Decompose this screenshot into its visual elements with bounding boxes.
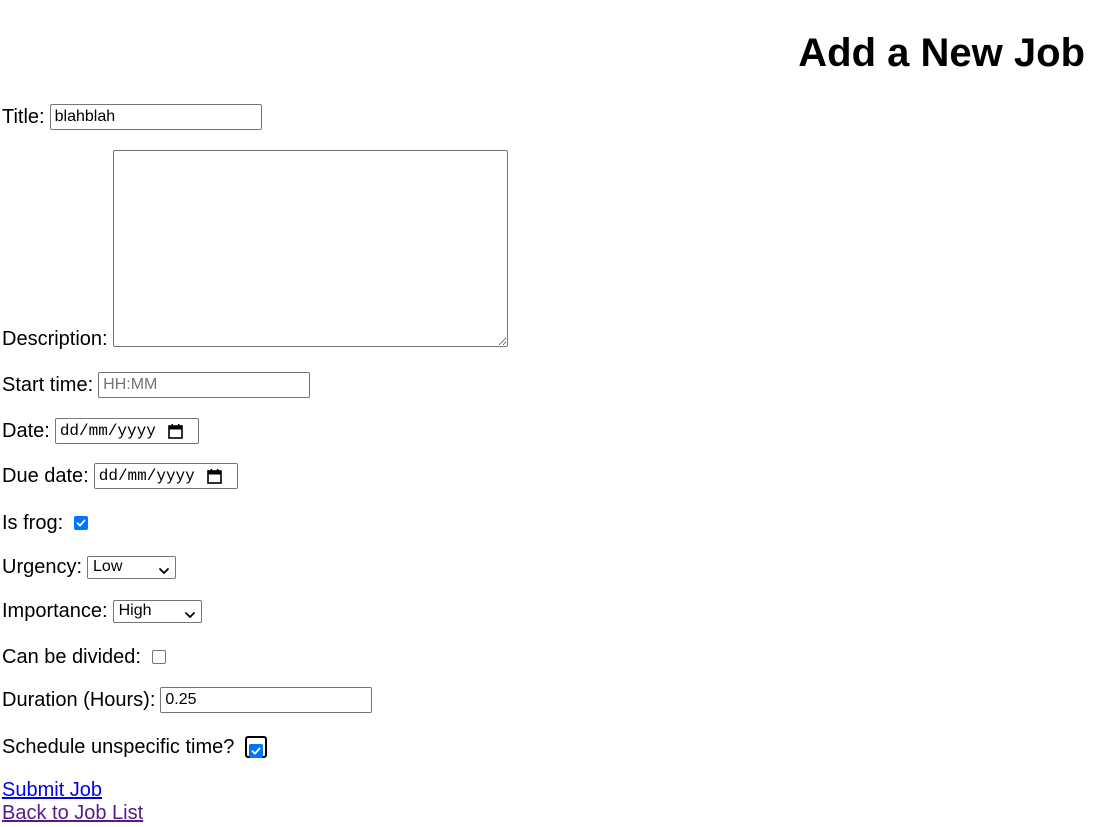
can-be-divided-row: Can be divided: [2, 645, 166, 669]
urgency-selected: Low [93, 558, 123, 575]
description-textarea[interactable] [112, 150, 508, 347]
is-frog-label: Is frog: [2, 512, 64, 534]
submit-job-link[interactable]: Submit Job [2, 778, 102, 802]
can-be-divided-label: Can be divided: [2, 646, 141, 668]
urgency-label: Urgency: [2, 556, 83, 578]
is-frog-row: Is frog: [2, 511, 89, 535]
date-label: Date: [2, 420, 50, 442]
schedule-unspecific-row: Schedule unspecific time? [2, 735, 268, 759]
schedule-unspecific-checkbox[interactable] [249, 744, 264, 758]
importance-select[interactable]: High [112, 599, 202, 623]
urgency-select[interactable]: Low [87, 555, 177, 579]
title-label: Title: [2, 106, 45, 128]
description-row: Description: [2, 150, 508, 350]
is-frog-checkbox[interactable] [74, 516, 89, 530]
due-date-label: Due date: [2, 465, 89, 487]
schedule-unspecific-label: Schedule unspecific time? [2, 736, 235, 758]
chevron-down-icon [184, 605, 196, 618]
due-date-input[interactable]: dd/mm/yyyy [93, 463, 238, 489]
can-be-divided-checkbox[interactable] [151, 650, 166, 664]
start-time-row: Start time: [2, 372, 311, 398]
importance-row: Importance: High [2, 599, 202, 623]
start-time-input[interactable] [98, 372, 311, 398]
schedule-unspecific-focus-ring [245, 736, 268, 758]
date-input[interactable]: dd/mm/yyyy [54, 418, 199, 444]
chevron-down-icon [158, 561, 170, 574]
back-to-job-list-link[interactable]: Back to Job List [2, 801, 143, 825]
duration-row: Duration (Hours): [2, 687, 373, 713]
duration-label: Duration (Hours): [2, 689, 156, 711]
due-date-placeholder: dd/mm/yyyy [98, 467, 195, 485]
title-input[interactable] [49, 104, 262, 130]
calendar-icon[interactable] [168, 423, 183, 439]
importance-label: Importance: [2, 600, 108, 622]
add-job-page: Add a New Job Title: Description: Start … [0, 0, 1112, 827]
checkmark-icon [251, 747, 261, 755]
calendar-icon[interactable] [206, 468, 222, 484]
start-time-label: Start time: [2, 374, 94, 396]
description-label: Description: [2, 328, 108, 350]
checkmark-icon [76, 519, 86, 527]
importance-selected: High [118, 602, 152, 619]
date-placeholder: dd/mm/yyyy [59, 422, 156, 440]
date-row: Date: dd/mm/yyyy [2, 418, 199, 444]
title-row: Title: [2, 104, 262, 130]
due-date-row: Due date: dd/mm/yyyy [2, 463, 238, 489]
duration-input[interactable] [160, 687, 373, 713]
urgency-row: Urgency: Low [2, 555, 177, 579]
page-title: Add a New Job [798, 31, 1085, 75]
